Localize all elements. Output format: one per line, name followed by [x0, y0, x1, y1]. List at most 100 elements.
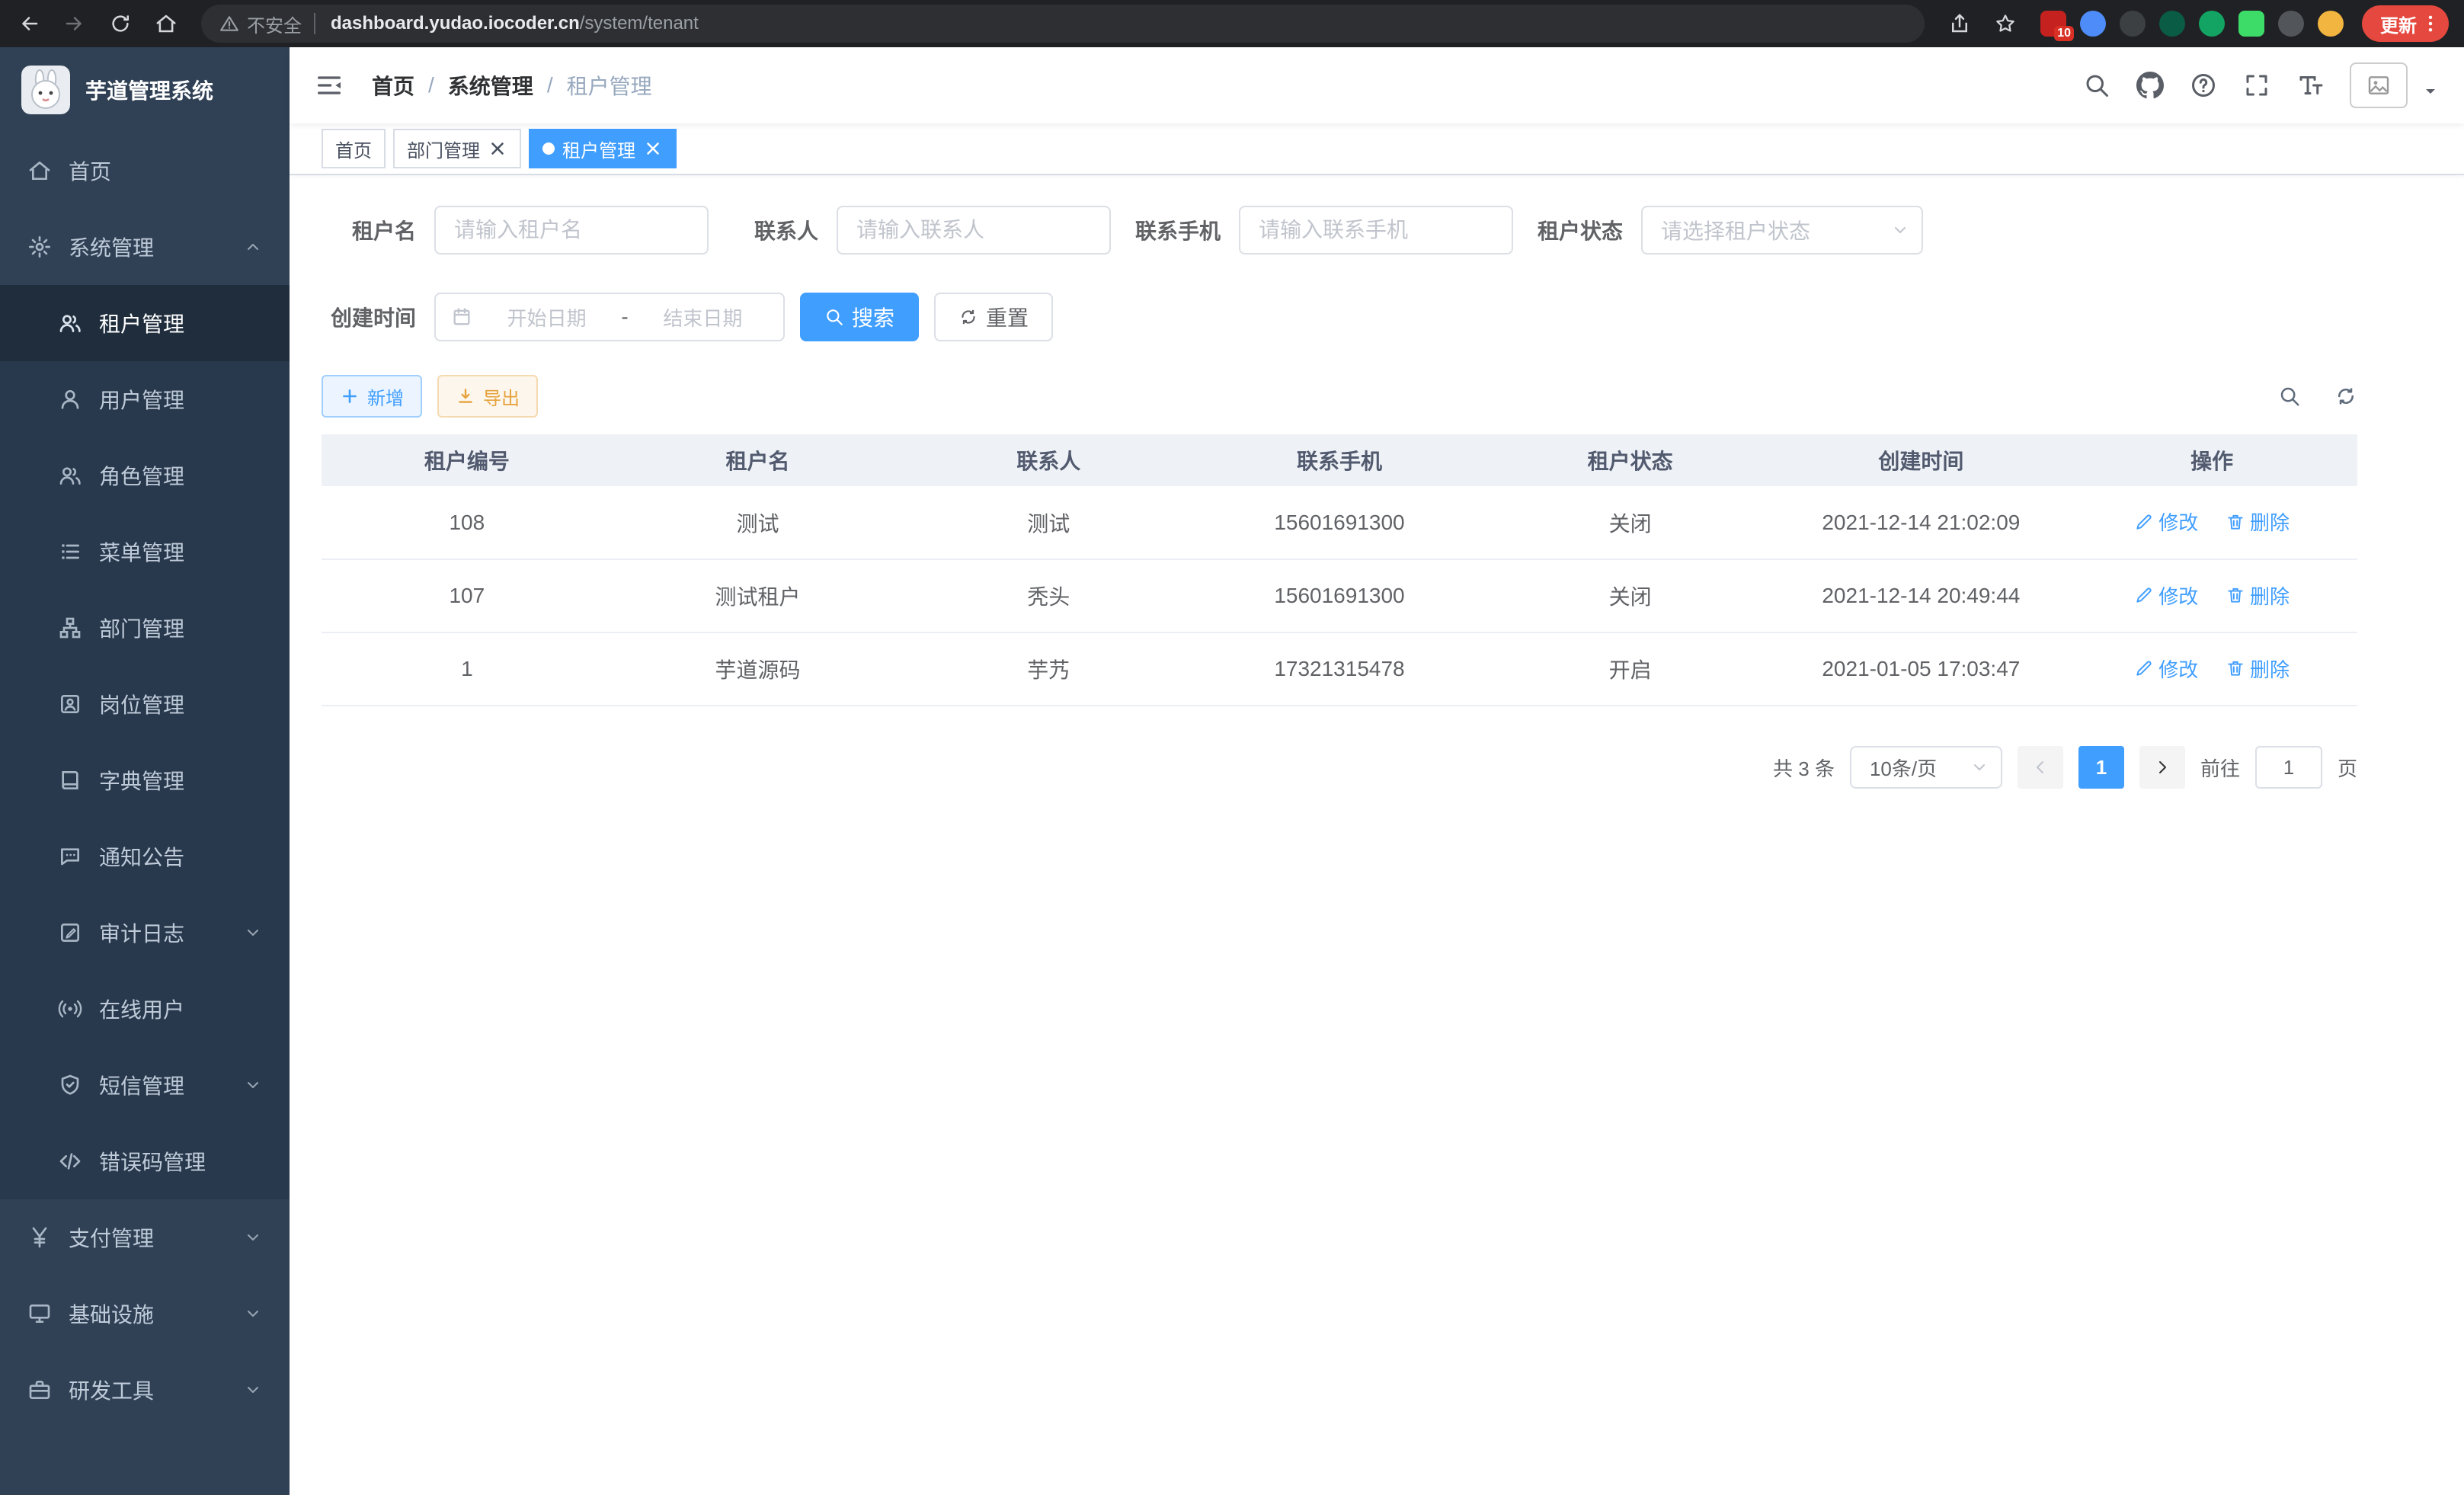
sidebar-item-menu-management[interactable]: 菜单管理: [0, 514, 290, 590]
share-button[interactable]: [1937, 2, 1982, 45]
help-question-icon[interactable]: [2190, 72, 2217, 99]
sidebar-item-post-management[interactable]: 岗位管理: [0, 666, 290, 742]
reset-button[interactable]: 重置: [934, 293, 1053, 341]
extension-icon[interactable]: [2238, 11, 2264, 37]
cell-tenant-name: 芋道源码: [613, 632, 904, 706]
cell-contact: 测试: [903, 486, 1194, 559]
edit-tenant-link[interactable]: 修改: [2134, 655, 2198, 683]
extension-icon[interactable]: [2199, 11, 2225, 37]
page-button-1[interactable]: 1: [2078, 746, 2124, 789]
chevron-down-icon: [244, 1305, 262, 1323]
toggle-search-icon[interactable]: [2278, 385, 2301, 408]
browser-update-button[interactable]: 更新: [2362, 5, 2449, 42]
user-avatar[interactable]: [2350, 62, 2408, 108]
prev-page-button[interactable]: [2018, 746, 2063, 789]
image-icon: [2366, 73, 2391, 98]
address-bar[interactable]: 不安全 dashboard.yudao.iocoder.cn/system/te…: [201, 5, 1925, 43]
tenant-status-select[interactable]: 请选择租户状态: [1641, 206, 1923, 255]
contact-input[interactable]: [837, 206, 1111, 255]
sidebar-group-devtools[interactable]: 研发工具: [0, 1352, 290, 1428]
tenant-name-input[interactable]: [434, 206, 709, 255]
sidebar-item-online-users[interactable]: 在线用户: [0, 971, 290, 1047]
close-icon[interactable]: [643, 139, 663, 158]
extension-icon[interactable]: 10: [2040, 11, 2066, 37]
sidebar-item-user-management[interactable]: 用户管理: [0, 361, 290, 437]
browser-forward-button[interactable]: [52, 2, 98, 45]
filter-status: 租户状态 请选择租户状态: [1528, 206, 1923, 255]
goto-page-input[interactable]: [2255, 746, 2322, 789]
app-logo-row[interactable]: 芋道管理系统: [0, 47, 290, 133]
export-button[interactable]: 导出: [437, 375, 538, 418]
delete-tenant-link[interactable]: 删除: [2226, 655, 2290, 683]
extension-icon[interactable]: [2080, 11, 2106, 37]
sidebar-item-notice[interactable]: 通知公告: [0, 818, 290, 895]
edit-tenant-link[interactable]: 修改: [2134, 581, 2198, 610]
payment-yen-icon: [27, 1225, 52, 1250]
search-button[interactable]: 搜索: [800, 293, 919, 341]
sidebar-group-system[interactable]: 系统管理: [0, 209, 290, 285]
sidebar-group-infrastructure[interactable]: 基础设施: [0, 1276, 290, 1352]
search-icon: [824, 307, 844, 327]
phone-input[interactable]: [1239, 206, 1513, 255]
chevron-left-icon: [2031, 758, 2050, 776]
add-tenant-button[interactable]: 新增: [322, 375, 422, 418]
close-icon[interactable]: [488, 139, 507, 158]
sidebar-item-label: 角色管理: [99, 460, 184, 491]
extension-icon[interactable]: [2278, 11, 2304, 37]
sidebar-item-error-code[interactable]: 错误码管理: [0, 1123, 290, 1199]
table-row: 108 测试 测试 15601691300 关闭 2021-12-14 21:0…: [322, 486, 2357, 559]
filter-contact: 联系人: [724, 206, 1111, 255]
table-header-row: 租户编号 租户名 联系人 联系手机 租户状态 创建时间 操作: [322, 434, 2357, 486]
sidebar-toggle-button[interactable]: [314, 70, 344, 101]
font-size-icon[interactable]: [2296, 72, 2324, 99]
chevron-down-icon: [244, 1228, 262, 1247]
github-icon[interactable]: [2136, 72, 2164, 99]
tab-home[interactable]: 首页: [322, 129, 386, 168]
tenant-table: 租户编号 租户名 联系人 联系手机 租户状态 创建时间 操作 108 测试 测试…: [322, 434, 2357, 706]
extensions-row: 10: [2040, 11, 2344, 37]
edit-tenant-link[interactable]: 修改: [2134, 507, 2198, 536]
sidebar-group-audit-log[interactable]: 审计日志: [0, 895, 290, 971]
breadcrumb-home[interactable]: 首页: [372, 70, 414, 101]
browser-back-button[interactable]: [6, 2, 52, 45]
filter-row-2: 创建时间 开始日期 - 结束日期 搜索 重置: [322, 293, 2357, 341]
sidebar-item-home[interactable]: 首页: [0, 133, 290, 209]
trash-icon: [2226, 512, 2245, 532]
browser-reload-button[interactable]: [98, 2, 143, 45]
caret-down-icon[interactable]: [2421, 82, 2440, 101]
sidebar-item-dept-management[interactable]: 部门管理: [0, 590, 290, 666]
app-logo: [21, 66, 70, 114]
sidebar-item-label: 短信管理: [99, 1070, 184, 1100]
tab-dept-management[interactable]: 部门管理: [393, 129, 521, 168]
next-page-button[interactable]: [2139, 746, 2185, 789]
delete-tenant-link[interactable]: 删除: [2226, 581, 2290, 610]
sidebar-item-dict-management[interactable]: 字典管理: [0, 742, 290, 818]
bookmark-star-button[interactable]: [1982, 2, 2028, 45]
sidebar-group-payment[interactable]: 支付管理: [0, 1199, 290, 1276]
create-time-range-picker[interactable]: 开始日期 - 结束日期: [434, 293, 785, 341]
sms-shield-icon: [58, 1073, 82, 1097]
date-start-placeholder: 开始日期: [482, 303, 612, 331]
browser-home-button[interactable]: [143, 2, 189, 45]
online-signal-icon: [58, 997, 82, 1021]
tab-label: 租户管理: [562, 136, 635, 162]
sidebar-item-tenant-management[interactable]: 租户管理: [0, 285, 290, 361]
fullscreen-icon[interactable]: [2243, 72, 2270, 99]
search-icon[interactable]: [2083, 72, 2110, 99]
page-size-select[interactable]: 10条/页: [1850, 746, 2002, 789]
extension-icon[interactable]: [2120, 11, 2146, 37]
sidebar-item-label: 通知公告: [99, 841, 184, 872]
date-end-placeholder: 结束日期: [638, 303, 768, 331]
tab-tenant-management[interactable]: 租户管理: [529, 129, 677, 168]
cell-phone: 17321315478: [1194, 632, 1485, 706]
extension-icon[interactable]: [2159, 11, 2185, 37]
table-settings: [2278, 385, 2357, 408]
sidebar-group-sms[interactable]: 短信管理: [0, 1047, 290, 1123]
profile-avatar-icon[interactable]: [2318, 11, 2344, 37]
breadcrumb-system[interactable]: 系统管理: [448, 70, 533, 101]
home-icon: [27, 158, 52, 183]
sidebar-item-role-management[interactable]: 角色管理: [0, 437, 290, 514]
delete-tenant-link[interactable]: 删除: [2226, 507, 2290, 536]
audit-log-icon: [58, 920, 82, 945]
refresh-table-icon[interactable]: [2334, 385, 2357, 408]
